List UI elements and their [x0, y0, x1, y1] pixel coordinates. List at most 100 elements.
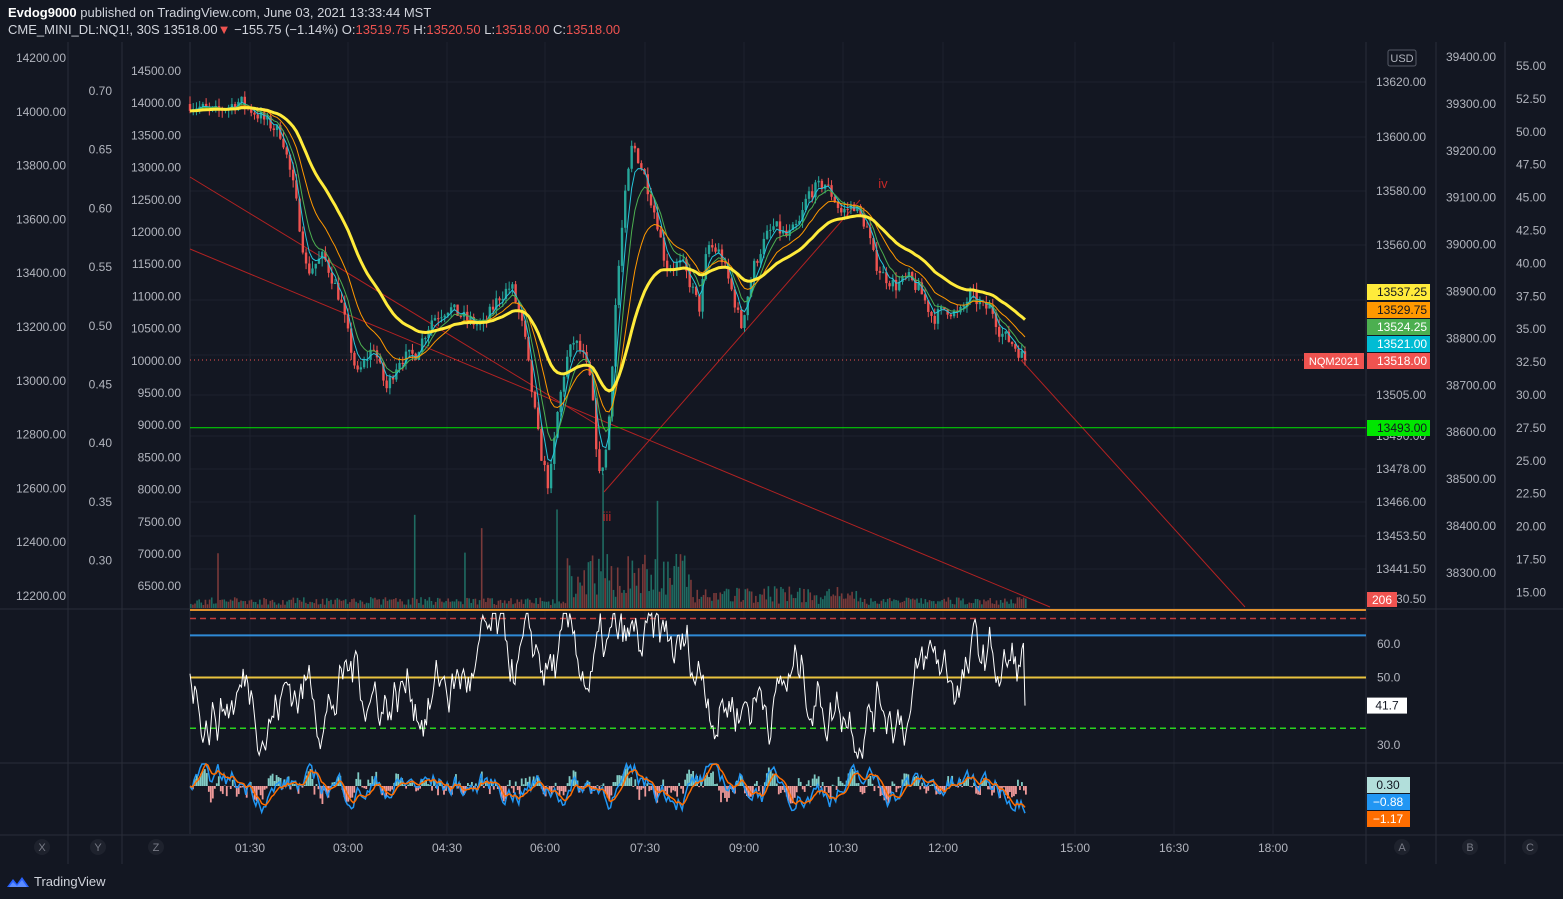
macd-histogram-bar	[825, 786, 828, 788]
volume-bar	[248, 600, 251, 608]
volume-bar	[474, 598, 477, 608]
volume-bar	[997, 604, 1000, 608]
volume-bar	[719, 592, 722, 608]
macd-histogram-bar	[702, 786, 704, 788]
macd-histogram-bar	[823, 786, 826, 792]
volume-bar	[587, 562, 590, 608]
volume-bar	[206, 604, 209, 608]
volume-bar	[792, 598, 795, 608]
volume-bar	[317, 604, 320, 608]
macd-histogram-bar	[795, 786, 798, 793]
volume-bar	[355, 601, 357, 608]
volume-bar	[290, 599, 293, 608]
chart-area[interactable]: iii iv 60.0 50.0 30.0 41.7 0.30 −0.88 −1.17 14…	[0, 0, 1563, 864]
volume-bar	[298, 600, 301, 608]
volume-bar	[202, 604, 205, 608]
volume-bar	[757, 602, 759, 608]
volume-bar	[888, 597, 891, 608]
volume-bar	[566, 558, 569, 608]
left-axis2-tick: 0.30	[89, 554, 113, 568]
macd-histogram-bar	[612, 782, 615, 786]
volume-bar	[194, 603, 196, 608]
volume-bar	[945, 601, 948, 608]
right-axis-tick: 13580.00	[1376, 184, 1426, 198]
macd-histogram-bar	[891, 781, 894, 786]
volume-bar	[623, 590, 625, 608]
volume-bar	[717, 599, 719, 608]
left-axis-tick: 14000.00	[16, 105, 66, 119]
left-axis3-tick: 11000.00	[132, 289, 181, 303]
right-axis3-tick: 45.00	[1516, 191, 1546, 205]
macd-histogram-bar	[867, 779, 870, 786]
volume-bar	[891, 601, 893, 608]
volume-bar	[1014, 603, 1017, 608]
time-axis-tick: 09:00	[729, 841, 759, 855]
time-axis[interactable]: 01:30 03:00 04:30 06:00 07:30 09:00 10:30 12:00…	[34, 839, 1538, 855]
right-axis3-tick: 30.00	[1516, 388, 1546, 402]
volume-bar	[849, 595, 851, 608]
volume-bar	[1022, 597, 1025, 608]
volume-bar	[972, 603, 975, 608]
volume-bar	[200, 602, 203, 608]
volume-bar	[416, 599, 418, 608]
candle-body	[617, 265, 620, 306]
volume-bar	[208, 599, 211, 608]
candle-body	[475, 324, 479, 326]
candle-body	[769, 229, 772, 231]
candle-body	[272, 128, 276, 130]
volume-bar	[859, 597, 862, 608]
volume-bar	[265, 599, 267, 608]
volume-bar	[390, 599, 393, 608]
volume-bar	[560, 603, 563, 608]
volume-bar	[357, 603, 360, 608]
candle-body	[333, 282, 337, 284]
moving-average-line	[189, 106, 1026, 393]
volume-bar	[985, 601, 987, 608]
candle-body	[698, 294, 701, 312]
left-axis2-tick: 0.70	[89, 84, 113, 98]
volume-bar	[924, 599, 927, 608]
volume-bar	[941, 600, 943, 608]
volume-bar	[966, 604, 969, 608]
tradingview-brand[interactable]: TradingView	[6, 874, 106, 889]
volume-bar	[1016, 597, 1019, 608]
volume-bar	[861, 601, 864, 608]
candle-body	[756, 260, 759, 263]
macd-histogram-bar	[899, 786, 902, 788]
macd-histogram-bar	[231, 779, 234, 786]
candle-body	[314, 263, 317, 269]
left-axis3-tick: 10000.00	[131, 354, 181, 368]
volume-bar	[780, 586, 782, 608]
rsi-value: 41.7	[1375, 699, 1399, 713]
volume-bar	[535, 598, 537, 608]
volume-bar	[313, 603, 316, 608]
volume-bar	[434, 601, 437, 608]
volume-bar	[482, 598, 485, 608]
volume-bar	[367, 603, 370, 608]
candle-body	[827, 184, 830, 186]
candle-body	[604, 449, 608, 468]
volume-bar	[510, 598, 512, 608]
macd-histogram-bar	[897, 786, 900, 789]
volume-bar	[361, 601, 364, 608]
volume-bar	[855, 591, 858, 608]
macd-histogram-bar	[670, 786, 673, 793]
candle-body	[691, 286, 695, 288]
volume-bar	[294, 603, 297, 608]
right-axis2-tick: 39300.00	[1446, 97, 1496, 111]
volume-bar	[765, 599, 768, 608]
volume-bar	[436, 597, 439, 608]
volume-bar	[983, 599, 985, 608]
volume-bar	[600, 571, 602, 608]
candle-body	[385, 380, 388, 389]
volume-bar	[926, 602, 929, 608]
candle-body	[362, 360, 366, 368]
volume-bar	[464, 552, 466, 608]
candle-body	[511, 284, 514, 289]
volume-bar	[501, 602, 504, 608]
volume-bar	[775, 588, 778, 608]
volume-bar	[761, 594, 763, 608]
volume-bar	[675, 553, 678, 608]
volume-bar	[334, 599, 336, 608]
volume-bar	[497, 600, 500, 608]
